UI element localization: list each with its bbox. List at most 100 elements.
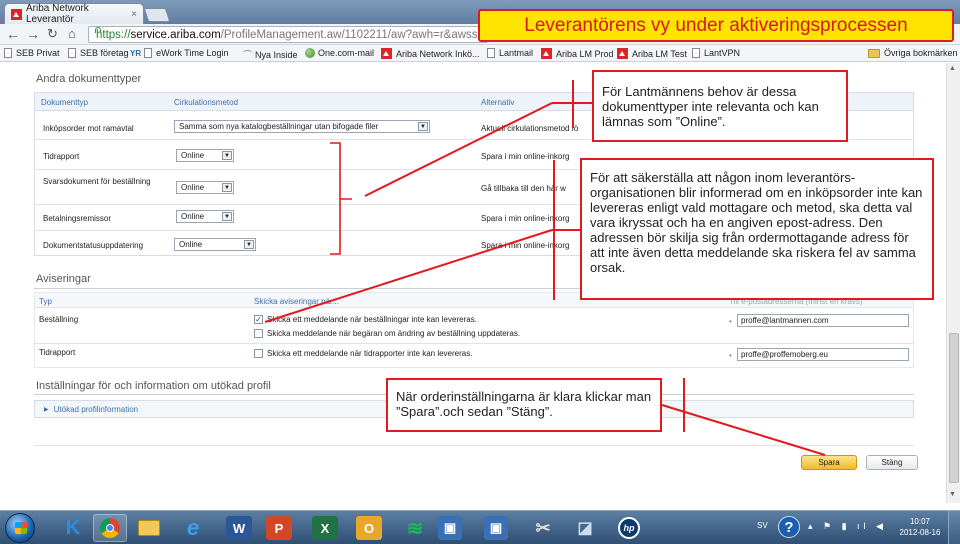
doc-alt-cell: Gå tillbaka till den här w: [481, 184, 566, 193]
close-button[interactable]: Stäng: [866, 455, 918, 470]
required-bullet: •: [729, 317, 732, 326]
chevron-down-icon: ▼: [222, 183, 232, 192]
bookmark-ariba-network[interactable]: Ariba Network Inkö...: [381, 48, 480, 59]
app-spotify-icon[interactable]: ≋: [398, 514, 432, 542]
doc-alt-cell: Spara i min online-inkorg: [481, 152, 570, 161]
browser-tab[interactable]: Ariba Network Leverantör ×: [4, 3, 144, 25]
chevron-down-icon: ▼: [418, 122, 428, 131]
help-icon[interactable]: ?: [778, 516, 800, 538]
checkbox-change-request[interactable]: [254, 329, 263, 338]
app-snipping-tool-icon[interactable]: ✂: [526, 514, 560, 542]
checkbox-timesheet-undeliverable[interactable]: [254, 349, 263, 358]
page-icon: [487, 48, 495, 58]
url-path: /ProfileManagement.aw/1102211/aw?awh=r&a…: [220, 28, 488, 41]
bookmark-other-folder[interactable]: Övriga bokmärken: [868, 48, 958, 58]
method-select-payment-remittance[interactable]: Online ▼: [176, 210, 234, 223]
new-tab-button[interactable]: [143, 8, 171, 22]
scroll-thumb[interactable]: [949, 333, 959, 483]
method-select-timesheet[interactable]: Online ▼: [176, 149, 234, 162]
footer-divider: [34, 445, 914, 446]
option-label: Skicka meddelande när begäran om ändring…: [267, 329, 521, 338]
doc-alt-cell: Spara i min online-inkorg: [481, 241, 570, 250]
ariba-favicon-icon: [617, 48, 628, 59]
app-kaspersky-icon[interactable]: K: [56, 514, 90, 542]
bookmark-lantvpn[interactable]: LantVPN: [692, 48, 740, 58]
app-hp-icon[interactable]: hp: [612, 514, 646, 542]
ariba-favicon-icon: [381, 48, 392, 59]
page-icon: [4, 48, 12, 58]
app-explorer-folder-icon[interactable]: [132, 514, 166, 542]
app-word-icon[interactable]: W: [226, 516, 252, 540]
col-header-alternative: Alternativ: [481, 98, 515, 107]
notifications-panel: Typ Skicka aviseringar när... Till e-pos…: [34, 292, 914, 368]
chevron-down-icon: ▼: [244, 240, 254, 249]
app-excel-icon[interactable]: X: [312, 516, 338, 540]
app-chrome-icon[interactable]: [93, 514, 127, 542]
bookmark-onecom[interactable]: One.com-mail: [305, 48, 374, 58]
col-header-send-when: Skicka aviseringar när...: [254, 297, 339, 306]
forward-arrow-icon[interactable]: →: [26, 26, 40, 42]
bookmark-ework[interactable]: YR eWork Time Login: [130, 48, 229, 58]
bookmark-ariba-lm-prod[interactable]: Ariba LM Prod: [541, 48, 614, 59]
doc-type-cell: Inköpsorder mot ramavtal: [43, 124, 134, 133]
ariba-favicon-icon: [541, 48, 552, 59]
bookmark-seb-foretag[interactable]: SEB företag: [68, 48, 129, 58]
home-icon[interactable]: ⌂: [68, 26, 76, 42]
language-indicator[interactable]: SV: [757, 521, 768, 530]
triangle-right-icon: ▶: [44, 407, 49, 413]
notifications-section-title: Aviseringar: [36, 273, 91, 285]
checkbox-order-undeliverable[interactable]: ✓: [254, 315, 263, 324]
col-header-method: Cirkulationsmetod: [174, 98, 239, 107]
option-label: Skicka ett meddelande när tidrapporter i…: [267, 349, 473, 358]
bookmark-seb-privat[interactable]: SEB Privat: [4, 48, 60, 58]
order-email-input[interactable]: proffe@lantmannen.com: [737, 314, 909, 327]
back-arrow-icon[interactable]: ←: [6, 26, 20, 42]
clock-time: 10:07: [909, 517, 931, 526]
slide-title: Leverantörens vy under aktiveringsproces…: [478, 9, 954, 42]
doc-type-cell: Betalningsremissor: [43, 214, 112, 223]
method-select-framework-order[interactable]: Samma som nya katalogbeställningar utan …: [174, 120, 430, 133]
notification-type-cell: Beställning: [39, 315, 79, 324]
app-remote-desktop-icon[interactable]: ▣: [484, 516, 508, 540]
save-button[interactable]: Spara: [801, 455, 857, 470]
folder-icon: [868, 48, 880, 58]
doc-alt-cell: Aktuell cirkulationsmetod fö: [481, 124, 579, 133]
bookmark-lantmail[interactable]: Lantmail: [487, 48, 533, 58]
chevron-down-icon: ▼: [222, 151, 232, 160]
system-tray-icons[interactable]: ▴ ⚑ ▮ ıl ◀: [808, 521, 887, 532]
documents-section-title: Andra dokumenttyper: [36, 73, 142, 85]
extended-profile-expander[interactable]: ▶ Utökad profilinformation: [44, 405, 138, 414]
start-button[interactable]: [5, 513, 35, 543]
tab-close-icon[interactable]: ×: [131, 9, 137, 20]
reload-icon[interactable]: ↻: [47, 26, 58, 42]
callout-not-relevant: För Lantmännens behov är dessa dokumentt…: [592, 70, 848, 142]
doc-type-cell: Dokumentstatusuppdatering: [43, 241, 144, 250]
row-divider: [35, 343, 913, 344]
app-notes-icon[interactable]: ◪: [568, 514, 602, 542]
option-label: Skicka ett meddelande när beställningar …: [267, 315, 477, 324]
app-internet-explorer-icon[interactable]: e: [176, 514, 210, 542]
scroll-up-arrow-icon[interactable]: ▲: [949, 65, 956, 72]
method-select-order-response[interactable]: Online ▼: [176, 181, 234, 194]
required-bullet: •: [729, 351, 732, 360]
app-outlook-icon[interactable]: O: [356, 516, 382, 540]
timesheet-email-input[interactable]: proffe@proffemoberg.eu: [737, 348, 909, 361]
page-icon: [144, 48, 153, 58]
page-scrollbar[interactable]: ▲ ▼: [946, 63, 960, 503]
app-powerpoint-icon[interactable]: P: [266, 516, 292, 540]
url-host: service.ariba.com: [130, 28, 221, 41]
clock-date: 2012-08-16: [899, 528, 941, 537]
url-scheme: https://: [96, 28, 131, 41]
address-bar[interactable]: https:// service.ariba.com /ProfileManag…: [88, 26, 488, 43]
inside-logo-icon: ⌒: [243, 50, 253, 60]
clock[interactable]: 10:07 2012-08-16: [898, 516, 942, 538]
windows-taskbar: K e W P X O ≋ ▣ ▣ ✂ ◪ hp SV ? ▴ ⚑ ▮ ıl ◀…: [0, 510, 960, 544]
bookmarks-bar: SEB Privat SEB företag YR eWork Time Logi…: [0, 45, 960, 62]
show-desktop-button[interactable]: [948, 511, 960, 544]
bookmark-nya-inside[interactable]: ⌒ Nya Inside: [243, 48, 298, 61]
bookmark-ariba-lm-test[interactable]: Ariba LM Test: [617, 48, 687, 59]
scroll-down-arrow-icon[interactable]: ▼: [949, 491, 956, 498]
ework-logo-icon: YR: [130, 48, 142, 58]
app-network-tool-icon[interactable]: ▣: [438, 516, 462, 540]
method-select-status-update[interactable]: Online ▼: [174, 238, 256, 251]
